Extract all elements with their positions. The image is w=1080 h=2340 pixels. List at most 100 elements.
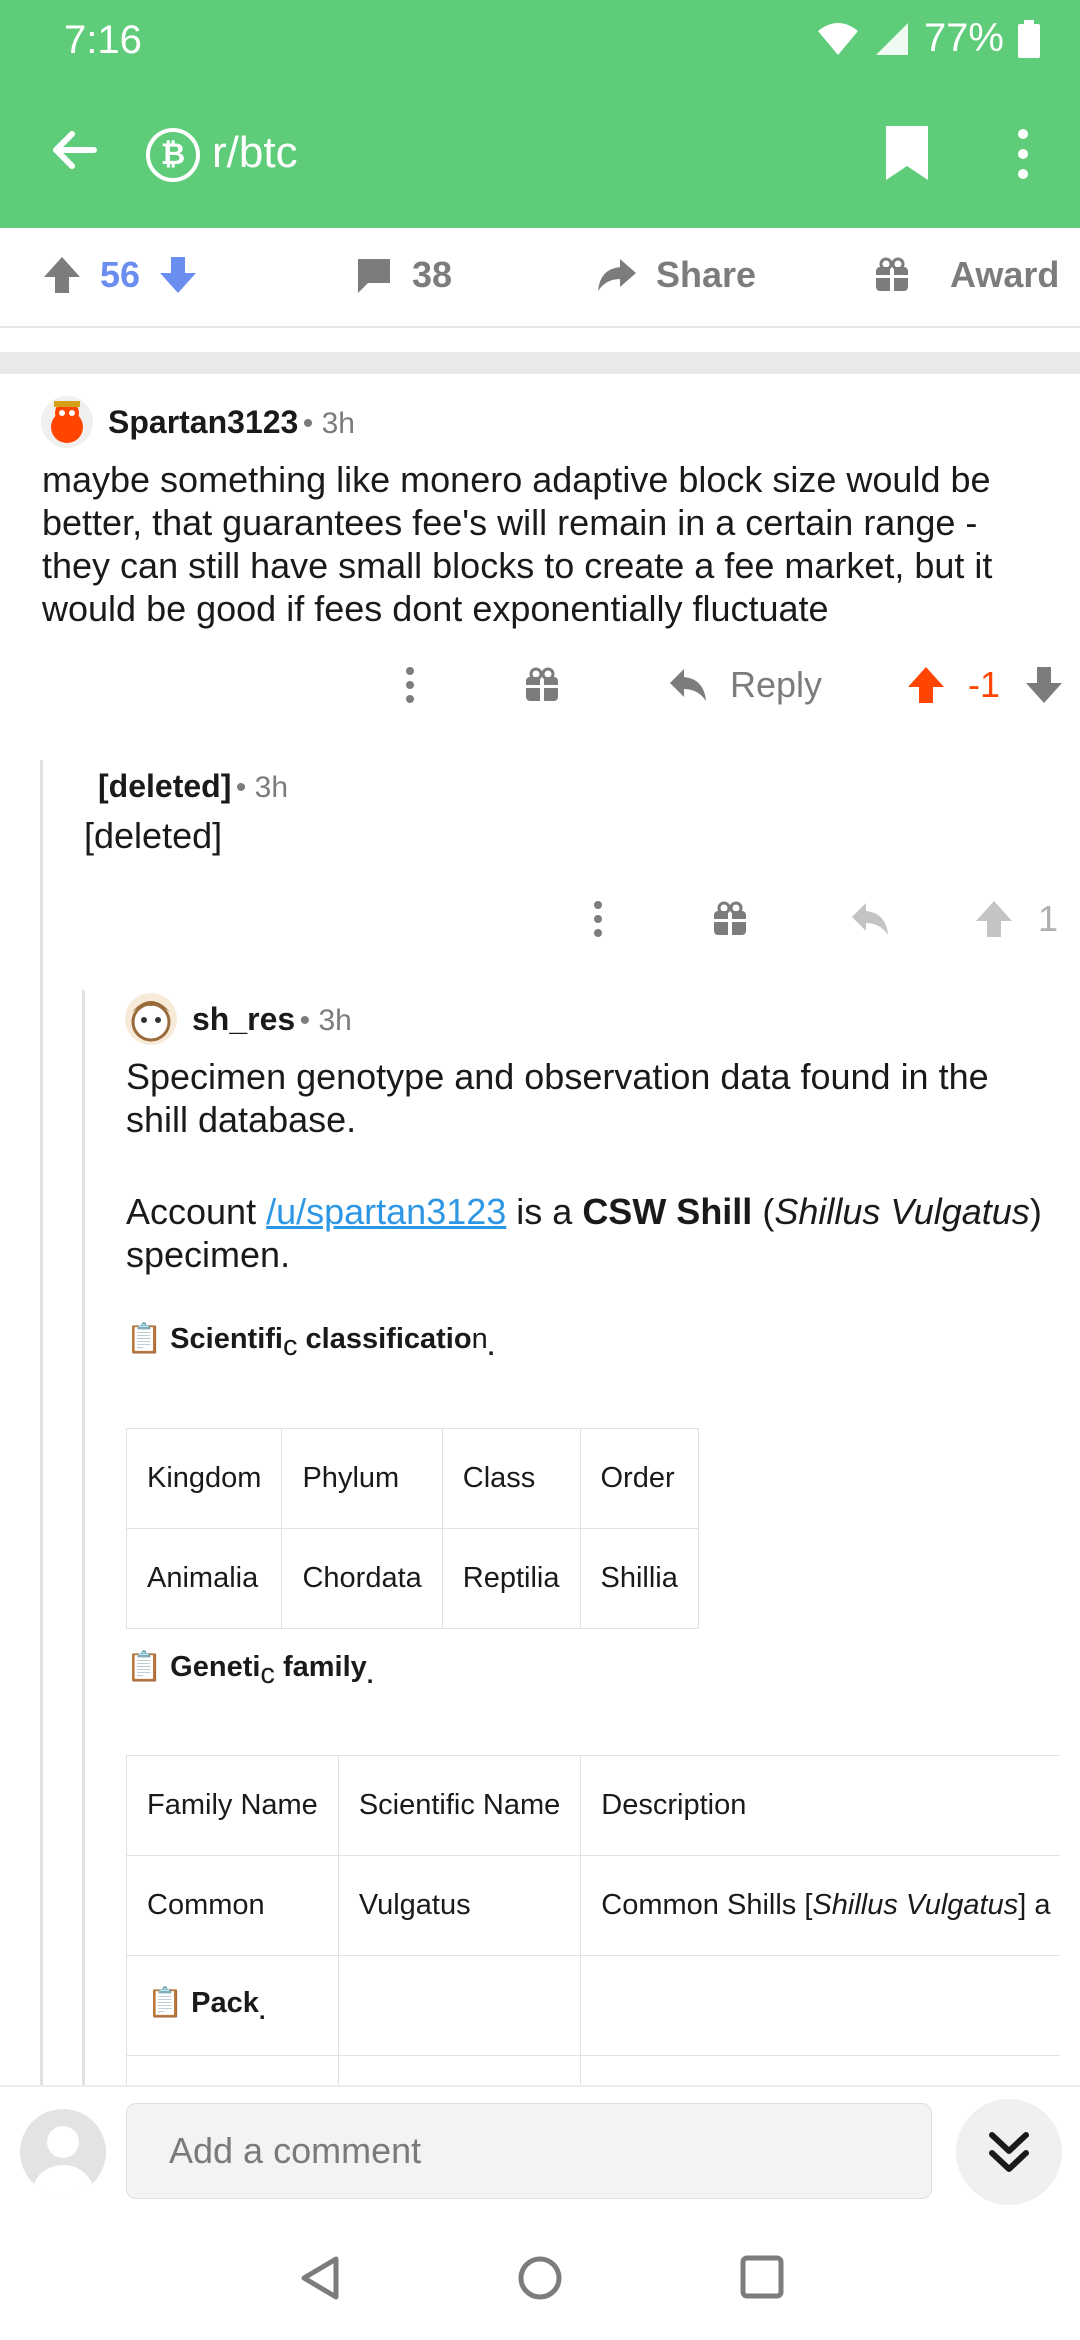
table-row (126, 2055, 1060, 2085)
comment-icon (358, 259, 390, 293)
comment-toolbar: Reply -1 (400, 664, 1064, 706)
table-row: Kingdom Phylum Class Order (125, 1428, 699, 1529)
avatar[interactable] (40, 395, 94, 449)
thread-line[interactable] (40, 760, 43, 2085)
battery-percent: 77% (923, 16, 1004, 60)
table-cell (580, 1955, 1060, 2056)
system-nav-bar (0, 2215, 1080, 2340)
table-cell: Chordata (281, 1528, 443, 1629)
comment-toolbar: 1 (588, 898, 1058, 940)
account-line: Account /u/spartan3123 is a CSW Shill (S… (126, 1191, 1042, 1275)
section-divider (0, 352, 1080, 374)
table-header-cell: Phylum (281, 1428, 443, 1529)
table-row: Animalia Chordata Reptilia Shillia (125, 1528, 699, 1629)
comment-author[interactable]: sh_res (192, 1001, 295, 1037)
table-row: 📋 Pack. (126, 1955, 1060, 2056)
comment-time: 3h (254, 771, 289, 804)
comment-author[interactable]: Spartan3123 (108, 404, 298, 440)
reply-icon (852, 903, 888, 935)
downvote-icon[interactable] (158, 255, 198, 295)
clipboard-icon: 📋 (147, 1986, 184, 2019)
reply-icon (670, 669, 706, 701)
comment-composer: Add a comment (0, 2085, 1080, 2215)
reply-button[interactable]: Reply (668, 664, 822, 706)
comment-score: 1 (1038, 898, 1059, 939)
share-button[interactable]: Share (596, 254, 756, 296)
comment-time: 3h (321, 407, 355, 440)
collapse-button[interactable] (956, 2099, 1062, 2205)
back-arrow-icon[interactable] (44, 120, 104, 180)
status-bar: 7:16 77% (0, 0, 1080, 78)
table-header-cell: Kingdom (125, 1428, 283, 1529)
gift-icon[interactable] (524, 667, 560, 703)
clipboard-icon: 📋 (126, 1323, 163, 1355)
table-header-cell: Class (441, 1428, 581, 1529)
table-row: Family Name Scientific Name Description (126, 1755, 1060, 1856)
table-row: Common Vulgatus Common Shills [Shillus V… (126, 1855, 1060, 1956)
table-header-cell: Order (579, 1428, 699, 1529)
nav-back-icon[interactable] (298, 2255, 342, 2301)
more-options-icon[interactable] (400, 665, 420, 705)
share-label: Share (656, 254, 757, 295)
battery-icon (1018, 19, 1040, 58)
upvote-icon[interactable] (906, 665, 946, 705)
more-options-icon[interactable] (588, 899, 608, 939)
comment-author: [deleted] (98, 768, 232, 804)
cell-signal-icon (875, 22, 908, 55)
add-comment-input[interactable]: Add a comment (126, 2103, 932, 2199)
table-cell (580, 2055, 1060, 2085)
table-cell: Vulgatus (337, 1855, 582, 1956)
comment-intro: Specimen genotype and observation data f… (126, 1056, 989, 1140)
table-cell (126, 2055, 339, 2085)
share-icon (598, 259, 636, 291)
subreddit-icon[interactable]: ₿ (146, 128, 200, 182)
wifi-icon (817, 22, 858, 55)
gift-icon[interactable] (712, 901, 748, 937)
table-cell: Common (126, 1855, 339, 1956)
classification-table: Kingdom Phylum Class Order Animalia Chor… (125, 1428, 699, 1629)
avatar[interactable] (124, 992, 178, 1046)
nav-home-icon[interactable] (517, 2255, 563, 2301)
comment-body: maybe something like monero adaptive blo… (42, 459, 993, 629)
gift-icon (876, 257, 908, 291)
table-header-cell: Family Name (126, 1755, 339, 1856)
reply-label: Reply (730, 664, 823, 705)
section-scientific-classification: 📋 Scientific classification. (126, 1323, 495, 1362)
table-cell: Common Shills [Shillus Vulgatus] a (580, 1855, 1060, 1956)
comment-body: [deleted] (84, 815, 223, 856)
comment-time: 3h (318, 1004, 352, 1037)
table-cell (337, 2055, 582, 2085)
app-bar: ₿ r/btc (0, 78, 1080, 228)
family-table: Family Name Scientific Name Description … (126, 1755, 1060, 2085)
double-chevron-down-icon (989, 2132, 1029, 2172)
section-genetic-family: 📋 Genetic family. (126, 1651, 374, 1690)
table-cell: Reptilia (441, 1528, 581, 1629)
user-link[interactable]: /u/spartan3123 (266, 1191, 506, 1232)
downvote-icon[interactable] (1024, 665, 1064, 705)
award-label: Award (950, 254, 1060, 295)
more-options-icon[interactable] (1008, 126, 1038, 182)
comment-count: 38 (412, 254, 453, 295)
family-table-scroll[interactable]: Family Name Scientific Name Description … (126, 1755, 1060, 2085)
bookmark-icon[interactable] (882, 124, 932, 182)
comment-score: -1 (968, 664, 1001, 705)
award-button[interactable]: Award (874, 254, 1059, 296)
table-cell: Shillia (579, 1528, 699, 1629)
upvote-icon (976, 901, 1012, 937)
table-header-cell: Scientific Name (337, 1755, 582, 1856)
status-time: 7:16 (64, 18, 142, 62)
table-cell: 📋 Pack. (126, 1955, 339, 2056)
table-cell: Animalia (125, 1528, 283, 1629)
nav-recents-icon[interactable] (740, 2255, 784, 2299)
clipboard-icon: 📋 (126, 1651, 163, 1683)
post-action-bar: 56 38 Share Award (0, 228, 1080, 328)
post-score: 56 (100, 254, 141, 295)
user-avatar[interactable] (20, 2109, 106, 2195)
comments-button[interactable]: 38 (354, 254, 452, 296)
upvote-icon[interactable] (42, 255, 82, 295)
subreddit-name[interactable]: r/btc (212, 128, 298, 178)
table-header-cell: Description (580, 1755, 1060, 1856)
thread-line[interactable] (82, 990, 85, 2085)
default-avatar-icon (33, 2126, 93, 2195)
table-cell (337, 1955, 582, 2056)
